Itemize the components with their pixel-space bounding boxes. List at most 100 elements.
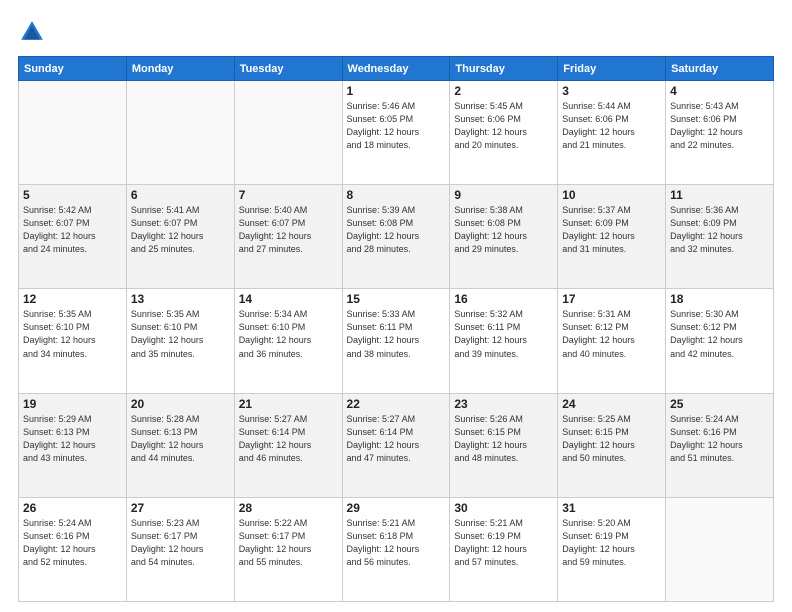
calendar-cell: 4 Sunrise: 5:43 AM Sunset: 6:06 PM Daylig… bbox=[666, 81, 774, 185]
calendar-cell: 8Sunrise: 5:39 AM Sunset: 6:08 PM Daylig… bbox=[342, 185, 450, 289]
day-number: 25 bbox=[670, 397, 769, 411]
calendar-cell: 16 Sunrise: 5:32 AM Sunset: 6:11 PM Dayli… bbox=[450, 289, 558, 393]
day-number: 30 bbox=[454, 501, 553, 515]
weekday-header-monday: Monday bbox=[126, 57, 234, 81]
day-info: Sunrise: 5:44 AM Sunset: 6:06 PM Dayligh… bbox=[562, 100, 661, 152]
day-number: 24 bbox=[562, 397, 661, 411]
day-number: 20 bbox=[131, 397, 230, 411]
day-info: Sunrise: 5:35 AM Sunset: 6:10 PM Dayligh… bbox=[23, 308, 122, 360]
day-info: Sunrise: 5:40 AM Sunset: 6:07 PM Dayligh… bbox=[239, 204, 338, 256]
day-info: Sunrise: 5:25 AM Sunset: 6:15 PM Dayligh… bbox=[562, 413, 661, 465]
week-row-1: 1 Sunrise: 5:46 AM Sunset: 6:05 PM Daylig… bbox=[19, 81, 774, 185]
day-info: Sunrise: 5:46 AM Sunset: 6:05 PM Dayligh… bbox=[347, 100, 446, 152]
calendar-cell: 28 Sunrise: 5:22 AM Sunset: 6:17 PM Dayli… bbox=[234, 497, 342, 601]
day-number: 9 bbox=[454, 188, 553, 202]
logo-icon bbox=[18, 18, 46, 46]
day-number: 5 bbox=[23, 188, 122, 202]
weekday-header-sunday: Sunday bbox=[19, 57, 127, 81]
day-number: 27 bbox=[131, 501, 230, 515]
page: SundayMondayTuesdayWednesdayThursdayFrid… bbox=[0, 0, 792, 612]
day-info: Sunrise: 5:43 AM Sunset: 6:06 PM Dayligh… bbox=[670, 100, 769, 152]
day-info: Sunrise: 5:24 AM Sunset: 6:16 PM Dayligh… bbox=[670, 413, 769, 465]
calendar-cell: 18 Sunrise: 5:30 AM Sunset: 6:12 PM Dayli… bbox=[666, 289, 774, 393]
weekday-header-wednesday: Wednesday bbox=[342, 57, 450, 81]
week-row-5: 26 Sunrise: 5:24 AM Sunset: 6:16 PM Dayli… bbox=[19, 497, 774, 601]
calendar-cell bbox=[19, 81, 127, 185]
day-info: Sunrise: 5:34 AM Sunset: 6:10 PM Dayligh… bbox=[239, 308, 338, 360]
day-number: 19 bbox=[23, 397, 122, 411]
calendar-cell: 10 Sunrise: 5:37 AM Sunset: 6:09 PM Dayli… bbox=[558, 185, 666, 289]
calendar-cell: 25 Sunrise: 5:24 AM Sunset: 6:16 PM Dayli… bbox=[666, 393, 774, 497]
calendar-cell: 29Sunrise: 5:21 AM Sunset: 6:18 PM Dayli… bbox=[342, 497, 450, 601]
calendar-cell bbox=[666, 497, 774, 601]
day-number: 13 bbox=[131, 292, 230, 306]
calendar-cell: 31 Sunrise: 5:20 AM Sunset: 6:19 PM Dayli… bbox=[558, 497, 666, 601]
day-info: Sunrise: 5:45 AM Sunset: 6:06 PM Dayligh… bbox=[454, 100, 553, 152]
day-number: 4 bbox=[670, 84, 769, 98]
weekday-header-saturday: Saturday bbox=[666, 57, 774, 81]
day-number: 7 bbox=[239, 188, 338, 202]
weekday-header-thursday: Thursday bbox=[450, 57, 558, 81]
calendar-cell: 21 Sunrise: 5:27 AM Sunset: 6:14 PM Dayli… bbox=[234, 393, 342, 497]
calendar-cell bbox=[234, 81, 342, 185]
day-info: Sunrise: 5:39 AM Sunset: 6:08 PM Dayligh… bbox=[347, 204, 446, 256]
day-number: 21 bbox=[239, 397, 338, 411]
day-number: 6 bbox=[131, 188, 230, 202]
day-info: Sunrise: 5:42 AM Sunset: 6:07 PM Dayligh… bbox=[23, 204, 122, 256]
calendar-cell: 12Sunrise: 5:35 AM Sunset: 6:10 PM Dayli… bbox=[19, 289, 127, 393]
calendar-cell: 11Sunrise: 5:36 AM Sunset: 6:09 PM Dayli… bbox=[666, 185, 774, 289]
day-info: Sunrise: 5:21 AM Sunset: 6:18 PM Dayligh… bbox=[347, 517, 446, 569]
day-number: 28 bbox=[239, 501, 338, 515]
calendar-cell: 13 Sunrise: 5:35 AM Sunset: 6:10 PM Dayli… bbox=[126, 289, 234, 393]
day-info: Sunrise: 5:27 AM Sunset: 6:14 PM Dayligh… bbox=[347, 413, 446, 465]
day-info: Sunrise: 5:32 AM Sunset: 6:11 PM Dayligh… bbox=[454, 308, 553, 360]
week-row-2: 5 Sunrise: 5:42 AM Sunset: 6:07 PM Daylig… bbox=[19, 185, 774, 289]
day-info: Sunrise: 5:23 AM Sunset: 6:17 PM Dayligh… bbox=[131, 517, 230, 569]
day-info: Sunrise: 5:27 AM Sunset: 6:14 PM Dayligh… bbox=[239, 413, 338, 465]
calendar-cell: 23 Sunrise: 5:26 AM Sunset: 6:15 PM Dayli… bbox=[450, 393, 558, 497]
day-info: Sunrise: 5:38 AM Sunset: 6:08 PM Dayligh… bbox=[454, 204, 553, 256]
day-number: 18 bbox=[670, 292, 769, 306]
logo bbox=[18, 18, 50, 46]
day-number: 14 bbox=[239, 292, 338, 306]
day-number: 22 bbox=[347, 397, 446, 411]
day-number: 10 bbox=[562, 188, 661, 202]
calendar-cell: 7 Sunrise: 5:40 AM Sunset: 6:07 PM Daylig… bbox=[234, 185, 342, 289]
day-number: 26 bbox=[23, 501, 122, 515]
day-info: Sunrise: 5:30 AM Sunset: 6:12 PM Dayligh… bbox=[670, 308, 769, 360]
day-number: 2 bbox=[454, 84, 553, 98]
day-info: Sunrise: 5:35 AM Sunset: 6:10 PM Dayligh… bbox=[131, 308, 230, 360]
day-number: 3 bbox=[562, 84, 661, 98]
day-info: Sunrise: 5:29 AM Sunset: 6:13 PM Dayligh… bbox=[23, 413, 122, 465]
header bbox=[18, 18, 774, 46]
weekday-header-tuesday: Tuesday bbox=[234, 57, 342, 81]
day-info: Sunrise: 5:41 AM Sunset: 6:07 PM Dayligh… bbox=[131, 204, 230, 256]
calendar-cell: 19 Sunrise: 5:29 AM Sunset: 6:13 PM Dayli… bbox=[19, 393, 127, 497]
day-info: Sunrise: 5:24 AM Sunset: 6:16 PM Dayligh… bbox=[23, 517, 122, 569]
calendar-cell: 2 Sunrise: 5:45 AM Sunset: 6:06 PM Daylig… bbox=[450, 81, 558, 185]
calendar-cell: 24 Sunrise: 5:25 AM Sunset: 6:15 PM Dayli… bbox=[558, 393, 666, 497]
day-number: 23 bbox=[454, 397, 553, 411]
calendar-cell: 1 Sunrise: 5:46 AM Sunset: 6:05 PM Daylig… bbox=[342, 81, 450, 185]
calendar-cell: 30 Sunrise: 5:21 AM Sunset: 6:19 PM Dayli… bbox=[450, 497, 558, 601]
day-info: Sunrise: 5:20 AM Sunset: 6:19 PM Dayligh… bbox=[562, 517, 661, 569]
weekday-header-row: SundayMondayTuesdayWednesdayThursdayFrid… bbox=[19, 57, 774, 81]
day-number: 16 bbox=[454, 292, 553, 306]
day-info: Sunrise: 5:33 AM Sunset: 6:11 PM Dayligh… bbox=[347, 308, 446, 360]
calendar-table: SundayMondayTuesdayWednesdayThursdayFrid… bbox=[18, 56, 774, 602]
day-number: 11 bbox=[670, 188, 769, 202]
day-info: Sunrise: 5:21 AM Sunset: 6:19 PM Dayligh… bbox=[454, 517, 553, 569]
weekday-header-friday: Friday bbox=[558, 57, 666, 81]
day-number: 17 bbox=[562, 292, 661, 306]
day-info: Sunrise: 5:37 AM Sunset: 6:09 PM Dayligh… bbox=[562, 204, 661, 256]
calendar-cell: 14 Sunrise: 5:34 AM Sunset: 6:10 PM Dayli… bbox=[234, 289, 342, 393]
day-info: Sunrise: 5:26 AM Sunset: 6:15 PM Dayligh… bbox=[454, 413, 553, 465]
day-number: 31 bbox=[562, 501, 661, 515]
calendar-cell: 15Sunrise: 5:33 AM Sunset: 6:11 PM Dayli… bbox=[342, 289, 450, 393]
calendar-cell bbox=[126, 81, 234, 185]
calendar-cell: 27 Sunrise: 5:23 AM Sunset: 6:17 PM Dayli… bbox=[126, 497, 234, 601]
calendar-cell: 22 Sunrise: 5:27 AM Sunset: 6:14 PM Dayli… bbox=[342, 393, 450, 497]
day-number: 1 bbox=[347, 84, 446, 98]
calendar-cell: 9 Sunrise: 5:38 AM Sunset: 6:08 PM Daylig… bbox=[450, 185, 558, 289]
day-info: Sunrise: 5:22 AM Sunset: 6:17 PM Dayligh… bbox=[239, 517, 338, 569]
